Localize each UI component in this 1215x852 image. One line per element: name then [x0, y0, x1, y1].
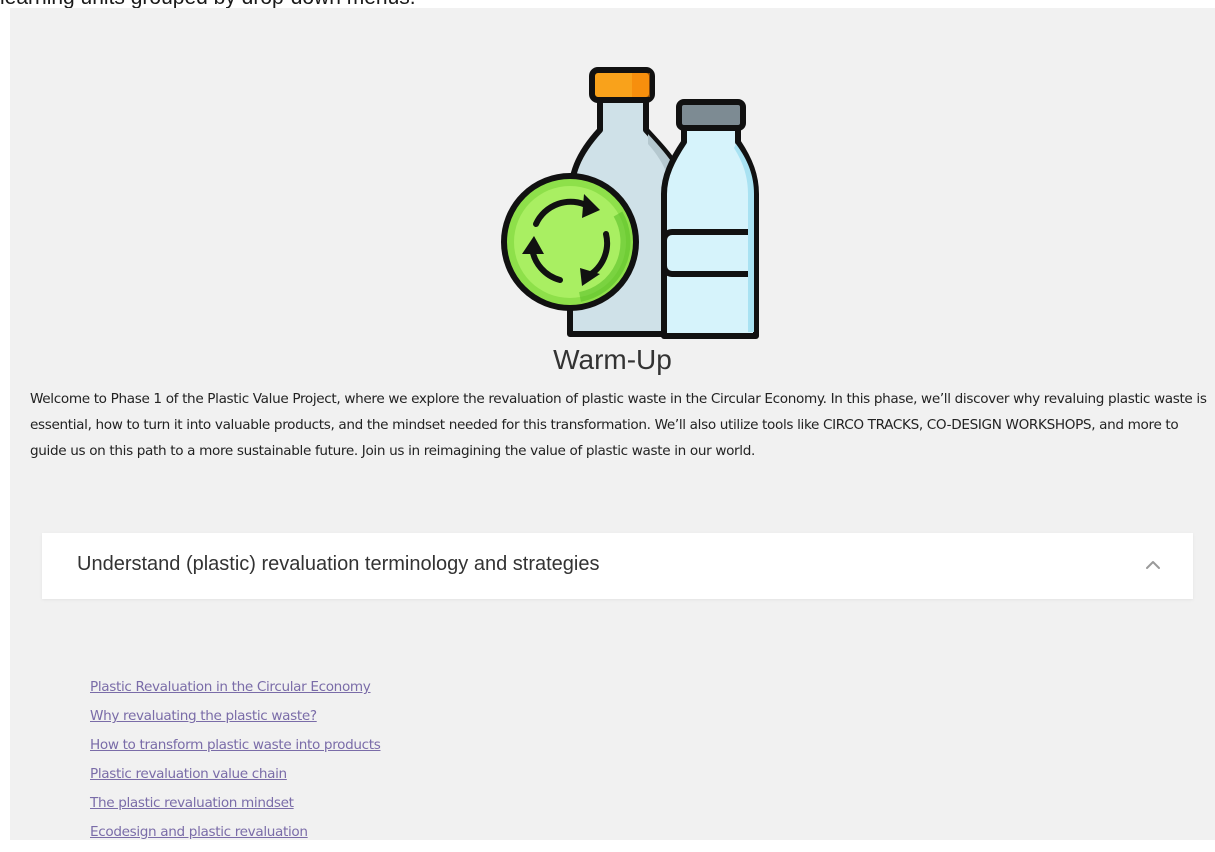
unit-link[interactable]: Plastic Revaluation in the Circular Econ… [90, 679, 371, 695]
accordion-header[interactable]: Understand (plastic) revaluation termino… [42, 533, 1193, 599]
learning-unit-list: Plastic Revaluation in the Circular Econ… [90, 678, 381, 852]
phase-intro: Welcome to Phase 1 of the Plastic Value … [30, 391, 1207, 459]
chevron-up-icon[interactable] [1143, 555, 1163, 575]
list-item: The plastic revaluation mindset [90, 794, 381, 823]
list-item: Why revaluating the plastic waste? [90, 707, 381, 736]
phase-title: Warm-Up [553, 344, 672, 375]
unit-link[interactable]: Why revaluating the plastic waste? [90, 708, 317, 724]
unit-link[interactable]: The plastic revaluation mindset [90, 795, 294, 811]
list-item: Plastic Revaluation in the Circular Econ… [90, 678, 381, 707]
unit-link[interactable]: Plastic revaluation value chain [90, 766, 287, 782]
accordion-title: Understand (plastic) revaluation termino… [77, 553, 600, 575]
list-item: Plastic revaluation value chain [90, 765, 381, 794]
unit-link[interactable]: Ecodesign and plastic revaluation [90, 824, 308, 840]
list-item: How to transform plastic waste into prod… [90, 736, 381, 765]
list-item: Ecodesign and plastic revaluation [90, 823, 381, 852]
phase-panel: Warm-Up Welcome to Phase 1 of the Plasti… [10, 8, 1215, 840]
unit-link[interactable]: How to transform plastic waste into prod… [90, 737, 381, 753]
plastic-bottles-recycle-icon [501, 67, 759, 339]
